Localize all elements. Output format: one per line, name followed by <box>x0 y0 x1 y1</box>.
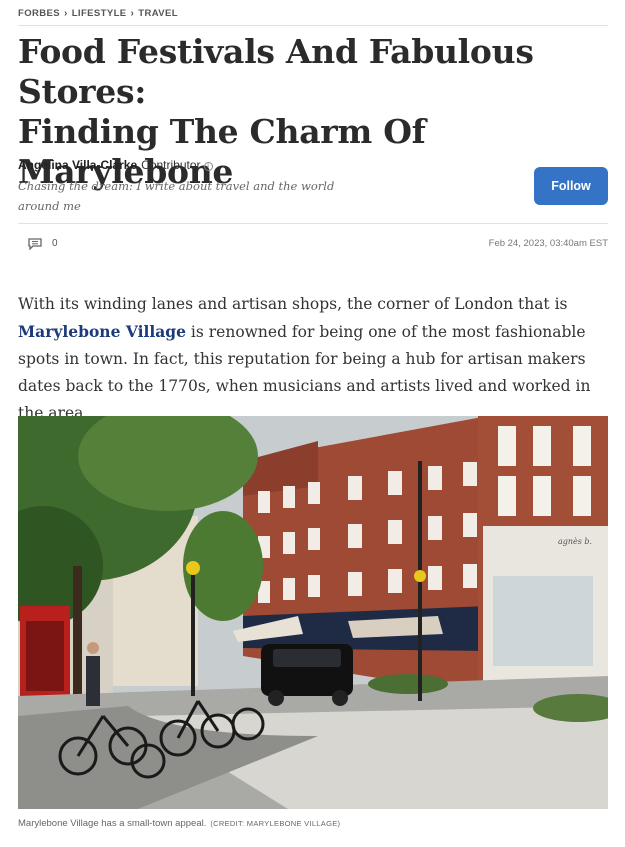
info-icon[interactable]: i <box>203 162 213 171</box>
author-byline: Angelina Villa-Clarke Contributor i <box>18 158 213 172</box>
taxi-plate: LB64 LFD <box>307 686 330 692</box>
shop-sign: agnès b. <box>558 537 592 546</box>
breadcrumb: FORBES › LIFESTYLE › TRAVEL <box>18 8 178 19</box>
breadcrumb-lifestyle[interactable]: LIFESTYLE <box>72 8 127 19</box>
photo-caption: Marylebone Village has a small-town appe… <box>18 818 340 829</box>
comment-icon[interactable] <box>28 238 42 250</box>
article-page: FORBES › LIFESTYLE › TRAVEL Food Festiva… <box>0 0 625 847</box>
author-role: Contributor <box>141 158 201 172</box>
follow-button[interactable]: Follow <box>534 167 608 205</box>
chevron-right-icon: › <box>64 8 68 19</box>
breadcrumb-forbes[interactable]: FORBES <box>18 8 60 19</box>
breadcrumb-travel[interactable]: TRAVEL <box>138 8 178 19</box>
headline-line-1: Food Festivals And Fabulous Stores: <box>18 32 534 111</box>
paragraph-intro: With its winding lanes and artisan shops… <box>18 295 568 313</box>
marylebone-village-link[interactable]: Marylebone Village <box>18 322 186 341</box>
article-photo: agnès b. LB64 LFD <box>18 416 608 809</box>
article-paragraph: With its winding lanes and artisan shops… <box>18 291 608 427</box>
publish-timestamp: Feb 24, 2023, 03:40am EST <box>488 238 608 249</box>
divider <box>18 25 608 26</box>
comment-count[interactable]: 0 <box>52 238 58 249</box>
author-name[interactable]: Angelina Villa-Clarke <box>18 158 137 172</box>
caption-text: Marylebone Village has a small-town appe… <box>18 818 207 829</box>
chevron-right-icon: › <box>130 8 135 19</box>
photo-credit: (CREDIT: MARYLEBONE VILLAGE) <box>210 819 341 828</box>
divider <box>18 223 608 224</box>
author-bio: Chasing the dream: I write about travel … <box>18 179 335 213</box>
